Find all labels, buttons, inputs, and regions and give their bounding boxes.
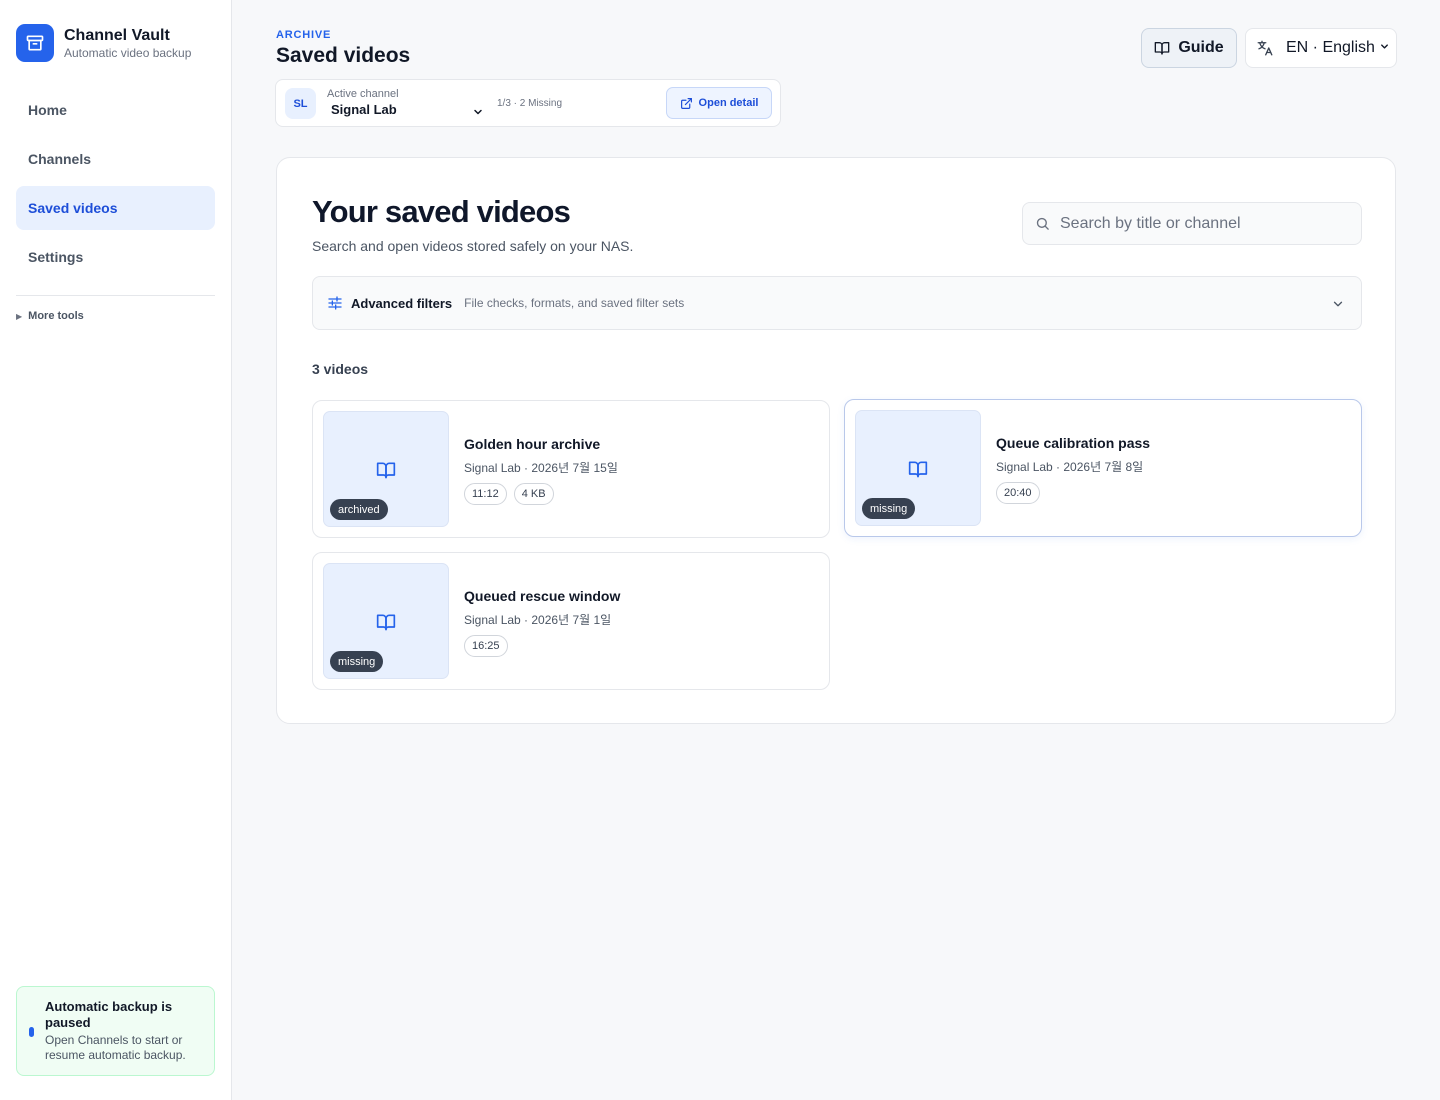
translate-icon <box>1257 40 1273 56</box>
open-detail-label: Open detail <box>698 97 759 109</box>
sidebar-item-label: Home <box>28 102 67 118</box>
video-card[interactable]: archived Golden hour archive Signal Lab … <box>312 400 830 538</box>
status-badge: missing <box>862 498 916 519</box>
duration-chip: 16:25 <box>464 635 508 657</box>
chevron-down-icon <box>1379 39 1390 57</box>
brand[interactable]: Channel Vault Automatic video backup <box>16 24 191 62</box>
caret-right-icon: ▶ <box>16 311 23 321</box>
more-tools-label: More tools <box>28 310 84 322</box>
brand-subtitle: Automatic video backup <box>64 45 192 60</box>
sidebar-item-home[interactable]: Home <box>16 88 215 132</box>
duration-chip: 20:40 <box>996 482 1040 504</box>
channel-status: 1/3 · 2 Missing <box>497 98 563 109</box>
saved-videos-panel: Your saved videos Search and open videos… <box>276 157 1396 724</box>
video-thumbnail: missing <box>855 410 981 526</box>
video-title: Golden hour archive <box>464 436 601 452</box>
guide-label: Guide <box>1178 39 1224 56</box>
book-open-icon <box>376 612 396 637</box>
status-dot-icon <box>29 1027 34 1037</box>
sidebar-item-label: Settings <box>28 249 84 265</box>
duration-chip: 11:12 <box>464 483 507 505</box>
status-badge: missing <box>330 651 384 672</box>
sidebar-nav: Home Channels Saved videos Settings <box>16 88 215 284</box>
guide-button[interactable]: Guide <box>1141 28 1237 68</box>
sidebar-item-label: Saved videos <box>28 200 118 216</box>
page-title: Saved videos <box>276 44 411 67</box>
video-meta: Signal Lab · 2026년 7월 1일 <box>464 613 612 627</box>
backup-status-card: Automatic backup is paused Open Channels… <box>16 986 215 1076</box>
video-title: Queued rescue window <box>464 588 621 604</box>
language-label: EN · English <box>1286 39 1375 56</box>
sidebar: Channel Vault Automatic video backup Hom… <box>0 0 232 1100</box>
book-open-icon <box>908 459 928 484</box>
video-meta: Signal Lab · 2026년 7월 8일 <box>996 460 1144 474</box>
channel-avatar: SL <box>285 88 316 119</box>
page-eyebrow: ARCHIVE <box>276 29 332 41</box>
chevron-down-icon[interactable] <box>472 105 484 123</box>
search-input[interactable] <box>1060 214 1350 233</box>
advanced-filters-description: File checks, formats, and saved filter s… <box>464 296 685 310</box>
active-channel-select[interactable]: Signal Lab <box>331 102 397 117</box>
advanced-filters-toggle[interactable]: Advanced filters File checks, formats, a… <box>312 276 1362 330</box>
external-link-icon <box>680 97 692 109</box>
video-thumbnail: archived <box>323 411 449 527</box>
panel-title: Your saved videos <box>312 194 571 229</box>
more-tools-toggle[interactable]: ▶ More tools <box>16 310 84 322</box>
search-box <box>1022 202 1362 245</box>
panel-subtitle: Search and open videos stored safely on … <box>312 238 634 254</box>
book-open-icon <box>376 460 396 485</box>
video-title: Queue calibration pass <box>996 435 1151 451</box>
backup-status-body: Open Channels to start or resume automat… <box>45 1033 186 1062</box>
language-select[interactable]: EN · English <box>1245 28 1397 68</box>
archive-box-icon <box>16 24 54 62</box>
brand-name: Channel Vault <box>64 26 170 44</box>
video-card[interactable]: missing Queued rescue window Signal Lab … <box>312 552 830 690</box>
video-count: 3 videos <box>312 361 369 377</box>
search-icon <box>1036 217 1049 230</box>
open-detail-button[interactable]: Open detail <box>666 87 772 119</box>
sidebar-item-saved-videos[interactable]: Saved videos <box>16 186 215 230</box>
sidebar-item-label: Channels <box>28 151 92 167</box>
sidebar-item-settings[interactable]: Settings <box>16 235 215 279</box>
advanced-filters-title: Advanced filters <box>351 295 453 311</box>
status-badge: archived <box>330 499 388 520</box>
video-card[interactable]: missing Queue calibration pass Signal La… <box>844 399 1362 537</box>
active-channel-label: Active channel <box>327 88 399 100</box>
sidebar-item-channels[interactable]: Channels <box>16 137 215 181</box>
chevron-down-icon <box>1331 297 1345 316</box>
video-meta: Signal Lab · 2026년 7월 15일 <box>464 461 618 475</box>
active-channel-bar: SL Active channel Signal Lab 1/3 · 2 Mis… <box>275 79 781 127</box>
backup-status-title: Automatic backup is paused <box>45 999 173 1030</box>
sidebar-divider <box>16 295 215 296</box>
sliders-icon <box>328 296 342 310</box>
video-thumbnail: missing <box>323 563 449 679</box>
size-chip: 4 KB <box>513 483 554 505</box>
book-open-icon <box>1154 42 1170 55</box>
